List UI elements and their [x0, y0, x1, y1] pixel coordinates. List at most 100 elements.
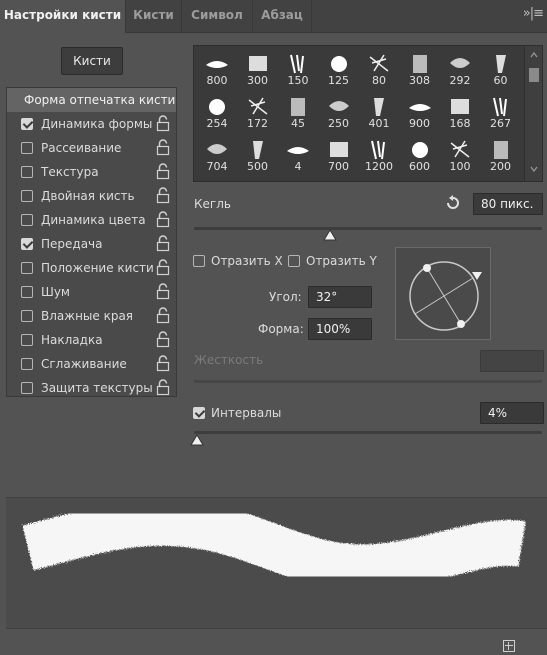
option-checkbox[interactable]: [21, 238, 33, 250]
roundness-input[interactable]: 100%: [308, 318, 372, 340]
brush-tip-preset[interactable]: [482, 178, 520, 181]
size-input[interactable]: 80 пикс.: [473, 193, 543, 215]
lock-icon[interactable]: [156, 259, 170, 276]
brush-tip-preset[interactable]: [441, 178, 479, 181]
list-item-option[interactable]: Рассеивание: [7, 136, 176, 160]
brushes-button[interactable]: Кисти: [61, 47, 123, 75]
option-checkbox[interactable]: [21, 166, 33, 178]
brush-tip-preset[interactable]: 254: [198, 92, 236, 132]
option-checkbox[interactable]: [21, 286, 33, 298]
size-slider-handle[interactable]: [322, 229, 337, 241]
tab-character[interactable]: Символ: [182, 0, 252, 33]
angle-input[interactable]: 32°: [308, 286, 372, 308]
option-checkbox[interactable]: [21, 142, 33, 154]
list-item-option[interactable]: Накладка: [7, 328, 176, 352]
list-item-option[interactable]: Двойная кисть: [7, 184, 176, 208]
spacing-input[interactable]: 4%: [480, 402, 544, 424]
list-item-option[interactable]: Влажные края: [7, 304, 176, 328]
lock-icon[interactable]: [156, 211, 170, 228]
chevron-down-icon[interactable]: [530, 165, 538, 173]
brush-size-label: 500: [247, 160, 268, 173]
brush-tip-preset[interactable]: [279, 178, 317, 181]
list-item-option[interactable]: Динамика формы: [7, 112, 176, 136]
brush-tip-preset[interactable]: [360, 178, 398, 181]
lock-icon[interactable]: [156, 115, 170, 132]
brush-tip-preset[interactable]: [401, 178, 439, 181]
scrollbar-thumb[interactable]: [529, 68, 539, 82]
tab-brushes[interactable]: Кисти: [126, 0, 181, 33]
brush-tip-preset[interactable]: 4: [279, 135, 317, 175]
reset-icon[interactable]: [444, 194, 462, 212]
brush-tip-preset[interactable]: 60: [482, 49, 520, 89]
spacing-slider-handle[interactable]: [190, 434, 205, 446]
flip-x-checkbox[interactable]: [193, 255, 205, 267]
spacing-checkbox[interactable]: [193, 407, 205, 419]
brush-tip-preset[interactable]: 200: [482, 135, 520, 175]
brush-tip-preset[interactable]: 172: [239, 92, 277, 132]
brush-grid-scrollbar[interactable]: [524, 46, 542, 181]
brush-tip-preset[interactable]: 80: [360, 49, 398, 89]
lock-icon[interactable]: [156, 187, 170, 204]
list-item-option[interactable]: Передача: [7, 232, 176, 256]
option-checkbox[interactable]: [21, 214, 33, 226]
option-checkbox[interactable]: [21, 262, 33, 274]
panel-menu-icon[interactable]: »|≡: [523, 6, 544, 21]
brush-tip-preset[interactable]: 267: [482, 92, 520, 132]
brush-tip-preset[interactable]: 125: [320, 49, 358, 89]
list-item-option[interactable]: Текстура: [7, 160, 176, 184]
brush-tip-preset[interactable]: 704: [198, 135, 236, 175]
list-item-option[interactable]: Положение кисти: [7, 256, 176, 280]
brush-tip-preset[interactable]: 300: [239, 49, 277, 89]
brush-tip-preset[interactable]: 600: [401, 135, 439, 175]
brush-tip-preset[interactable]: 700: [320, 135, 358, 175]
brush-tip-thumbnail: [209, 99, 225, 115]
brush-tip-preset[interactable]: 150: [279, 49, 317, 89]
brush-tip-preset[interactable]: 292: [441, 49, 479, 89]
brush-tip-preset[interactable]: 100: [441, 135, 479, 175]
brush-tip-preset[interactable]: 168: [441, 92, 479, 132]
lock-icon[interactable]: [156, 307, 170, 324]
option-checkbox[interactable]: [21, 190, 33, 202]
option-checkbox[interactable]: [21, 310, 33, 322]
brush-tip-preset[interactable]: 800: [198, 49, 236, 89]
lock-icon[interactable]: [156, 379, 170, 396]
lock-icon[interactable]: [156, 235, 170, 252]
brush-tip-preset[interactable]: 500: [239, 135, 277, 175]
brush-size-label: 150: [287, 74, 309, 87]
brush-tip-preset[interactable]: [239, 178, 277, 181]
brush-tip-preset[interactable]: [320, 178, 358, 181]
chevron-up-icon[interactable]: [530, 51, 538, 59]
brush-tip-preset[interactable]: 401: [360, 92, 398, 132]
brush-tip-preset[interactable]: 1200: [360, 135, 398, 175]
option-checkbox[interactable]: [21, 358, 33, 370]
flip-y-checkbox[interactable]: [288, 255, 300, 267]
list-item-option[interactable]: Динамика цвета: [7, 208, 176, 232]
brush-angle-dial[interactable]: [396, 248, 492, 341]
angle-roundness-widget[interactable]: [395, 247, 491, 340]
list-item-brush-tip-shape[interactable]: Форма отпечатка кисти: [7, 88, 176, 112]
lock-icon[interactable]: [156, 355, 170, 372]
tab-brush-settings[interactable]: Настройки кисти: [0, 0, 125, 34]
option-checkbox[interactable]: [21, 382, 33, 394]
brush-tip-thumbnail: [495, 55, 506, 73]
brush-tip-preset[interactable]: 308: [401, 49, 439, 89]
list-item-option[interactable]: Шум: [7, 280, 176, 304]
brush-tip-preset[interactable]: [198, 178, 236, 181]
spacing-slider-track[interactable]: [194, 431, 542, 434]
brush-tip-preset[interactable]: 900: [401, 92, 439, 132]
tab-paragraph[interactable]: Абзац: [253, 0, 311, 33]
brush-size-label: 300: [247, 74, 268, 87]
option-checkbox[interactable]: [21, 334, 33, 346]
list-item-option[interactable]: Защита текстуры: [7, 376, 176, 400]
lock-icon[interactable]: [156, 139, 170, 156]
lock-icon[interactable]: [156, 163, 170, 180]
option-checkbox[interactable]: [21, 118, 33, 130]
list-item-option[interactable]: Сглаживание: [7, 352, 176, 376]
new-brush-icon[interactable]: [503, 640, 515, 652]
lock-icon[interactable]: [156, 283, 170, 300]
lock-icon[interactable]: [156, 331, 170, 348]
brush-tip-preset[interactable]: 45: [279, 92, 317, 132]
size-slider-track[interactable]: [194, 227, 542, 230]
brush-tip-preset[interactable]: 250: [320, 92, 358, 132]
brush-settings-list: Форма отпечатка кисти Динамика формы Расс…: [6, 87, 177, 397]
